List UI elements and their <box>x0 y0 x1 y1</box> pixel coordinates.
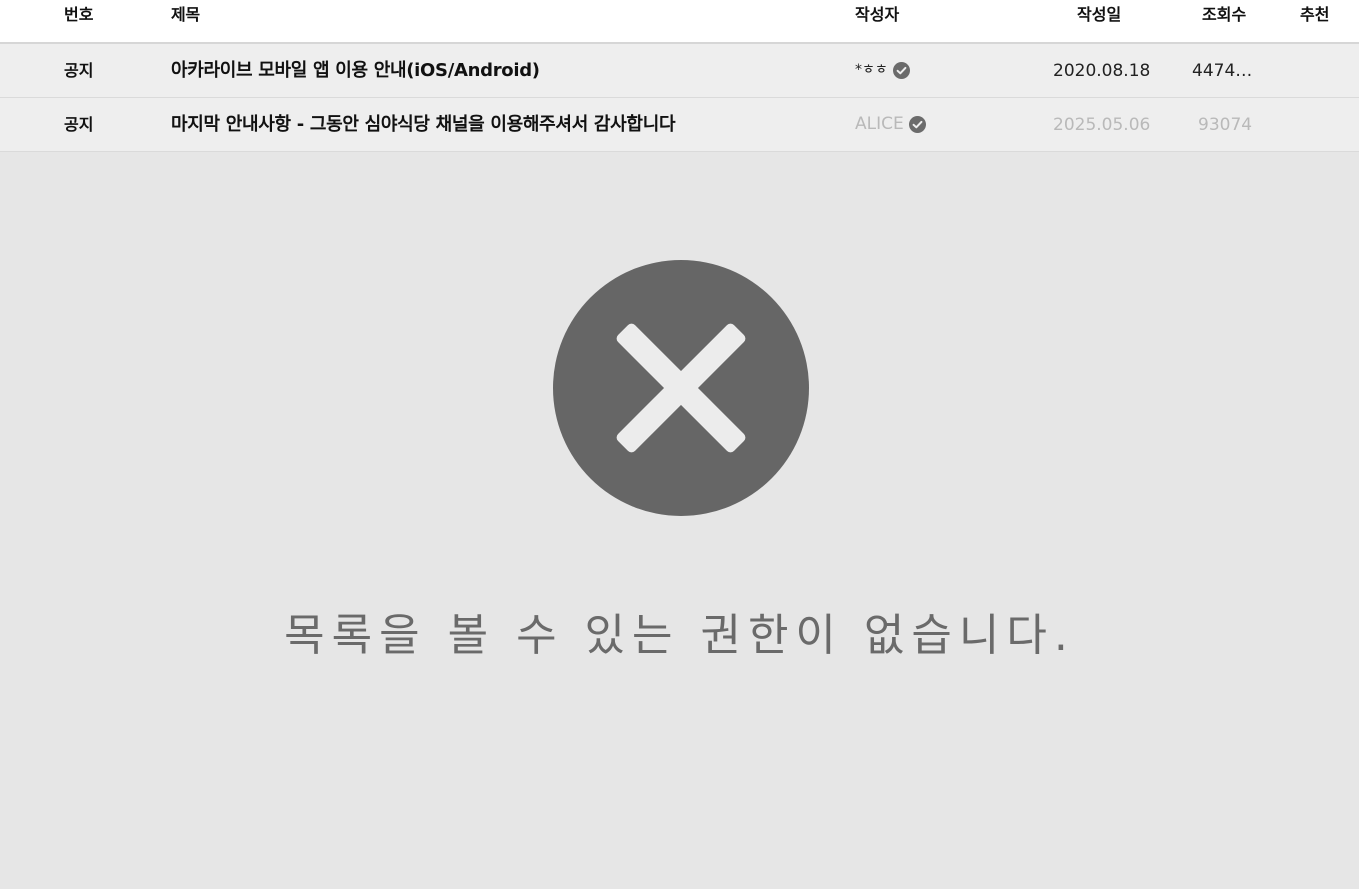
author-name: ALICE <box>855 114 904 134</box>
post-author[interactable]: ALICE <box>855 113 926 135</box>
notice-badge: 공지 <box>64 115 94 134</box>
board-page: 번호 제목 작성자 작성일 조회수 추천 공지 아카라이브 모바일 앱 이용 안… <box>0 0 1359 889</box>
verified-check-icon <box>908 115 926 133</box>
post-author[interactable]: *ㅎㅎ <box>855 59 910 81</box>
author-name: *ㅎㅎ <box>855 62 888 78</box>
post-date: 2025.05.06 <box>1053 115 1151 135</box>
permission-error-message: 목록을 볼 수 있는 권한이 없습니다. <box>284 610 1075 661</box>
header-views: 조회수 <box>1202 5 1247 24</box>
verified-check-icon <box>892 61 910 79</box>
header-date: 작성일 <box>1077 5 1122 24</box>
header-number: 번호 <box>64 5 94 24</box>
post-views: 93074 <box>1198 115 1253 135</box>
table-row[interactable]: 공지 마지막 안내사항 - 그동안 심야식당 채널을 이용해주셔서 감사합니다 … <box>0 98 1359 152</box>
close-circle-icon <box>553 260 809 516</box>
post-views: 4474… <box>1192 61 1253 81</box>
header-title: 제목 <box>171 5 200 24</box>
post-title-link[interactable]: 마지막 안내사항 - 그동안 심야식당 채널을 이용해주셔서 감사합니다 <box>171 114 676 136</box>
header-recommend: 추천 <box>1300 5 1330 24</box>
table-header: 번호 제목 작성자 작성일 조회수 추천 <box>0 0 1359 44</box>
notice-badge: 공지 <box>64 61 94 80</box>
post-date: 2020.08.18 <box>1053 61 1151 81</box>
header-author: 작성자 <box>855 5 900 24</box>
table-row[interactable]: 공지 아카라이브 모바일 앱 이용 안내(iOS/Android) *ㅎㅎ 20… <box>0 44 1359 98</box>
post-title-link[interactable]: 아카라이브 모바일 앱 이용 안내(iOS/Android) <box>171 60 540 82</box>
